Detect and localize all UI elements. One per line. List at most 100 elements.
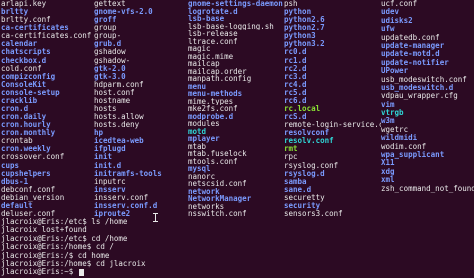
text-cursor [78, 268, 84, 276]
listing-entry: wpa_supplicant [381, 151, 445, 160]
command-history: jlacroix@Eris:/etc$ ls /home jlacroix lo… [0, 217, 474, 278]
listing-entry: xml [381, 176, 395, 185]
listing-entry: insserv.conf [94, 193, 149, 202]
listing-entry: init [94, 153, 113, 162]
listing-entry: sensors3.conf [284, 210, 343, 218]
listing-entry: udev [381, 8, 400, 17]
listing-entry: wildmidi [381, 134, 418, 143]
listing-entry: wodim.conf [381, 142, 427, 151]
listing-entry: vdpau_wrapper.cfg [381, 92, 458, 101]
listing-entry: hp [94, 129, 104, 138]
listing-entry: mtab [188, 142, 207, 151]
listing-entry: rpc [284, 153, 298, 162]
listing-entry: security [284, 201, 321, 210]
listing-entry: cron.daily [1, 113, 47, 122]
listing-entry: default [1, 201, 33, 210]
listing-entry: hdparm.conf [94, 80, 144, 89]
listing-entry: rc3.d [284, 72, 307, 81]
listing-entry: rc2.d [284, 64, 307, 73]
listing-entry: lsb-base-logging.sh [188, 22, 274, 31]
listing-entry: updatedb.conf [381, 33, 440, 42]
listing-entry: rc1.d [284, 56, 307, 65]
listing-entry: cracklib [1, 96, 38, 105]
listing-entry: group [94, 24, 117, 33]
listing-entry: cron.weekly [1, 145, 51, 154]
listing-entry: gshadow- [94, 56, 131, 65]
listing-entry: hosts.allow [94, 113, 144, 122]
listing-entry: nanorc [188, 172, 216, 181]
listing-entry: dbus-1 [1, 177, 29, 186]
listing-entry: usb_modeswitch.d [381, 83, 454, 92]
listing-entry: psh [284, 0, 298, 8]
listing-entry: modules [188, 120, 220, 128]
listing-entry: X11 [381, 159, 395, 168]
terminal-window[interactable]: arlapi.key brltty brltty.conf ca-certificat… [0, 0, 474, 278]
listing-entry: udisks2 [381, 16, 413, 25]
listing-entry: brltty.conf [1, 16, 51, 25]
listing-entry: gnome-settings-daemon [188, 0, 283, 8]
listing-entry: networks [188, 202, 225, 211]
listing-column-5: ucf.conf udev udisks2 ufw updatedb.conf updat… [381, 0, 474, 218]
listing-entry: NetworkManager [188, 195, 252, 203]
shell-prompt: jlacroix@Eris:~$ [1, 267, 74, 277]
listing-entry: gnome-vfs-2.0 [94, 8, 153, 17]
listing-entry: magic [188, 45, 211, 53]
listing-entry: update-notifier [381, 58, 449, 67]
listing-entry: insserv.conf.d [94, 201, 158, 210]
listing-entry: resolv.conf [284, 137, 334, 146]
listing-entry: modprobe.d [188, 112, 234, 121]
listing-entry: usb_modeswitch.conf [381, 75, 467, 84]
listing-entry: remote-login-service.conf [284, 121, 381, 130]
listing-column-3: gnome-settings-daemon logrotate.d lsb-base… [188, 0, 284, 218]
listing-entry: network [188, 187, 220, 196]
listing-entry: chatscripts [1, 48, 51, 57]
listing-entry: calendar [1, 40, 38, 49]
listing-entry: host.conf [94, 88, 135, 97]
listing-entry: rc0.d [284, 48, 307, 57]
listing-entry: menu [188, 82, 207, 91]
listing-entry: manpath.config [188, 75, 252, 83]
listing-entry: gshadow [94, 48, 126, 57]
listing-entry: python [284, 8, 312, 17]
listing-entry: resolvconf [284, 129, 330, 138]
listing-entry: gettext [94, 0, 126, 8]
listing-entry: mysql [188, 165, 211, 173]
listing-entry: debian_version [1, 193, 65, 202]
ibeam-cursor-icon [152, 212, 158, 222]
listing-entry: nsswitch.conf [188, 210, 247, 218]
listing-entry: ca-certificates.conf [1, 32, 92, 41]
listing-entry: hosts.deny [94, 121, 140, 130]
listing-entry: arlapi.key [1, 0, 47, 8]
listing-entry: mke2fs.conf [188, 105, 238, 113]
listing-entry: rsyslog.d [284, 169, 325, 178]
listing-entry: ConsoleKit [1, 80, 47, 89]
listing-column-1: arlapi.key brltty brltty.conf ca-certificat… [0, 0, 94, 218]
listing-entry: rc5.d [284, 88, 307, 97]
listing-entry: lsb-release [188, 30, 238, 38]
listing-entry: checkbox.d [1, 56, 47, 65]
listing-entry: mime.types [188, 97, 234, 106]
listing-entry: magic.mime [188, 52, 234, 61]
listing-entry: mailcap.order [188, 67, 247, 76]
listing-entry: console-setup [1, 88, 60, 97]
listing-entry: python3.2 [284, 40, 325, 49]
listing-entry: vim [381, 100, 395, 109]
listing-entry: zsh_command_not_found [381, 184, 474, 193]
listing-entry: sane.d [284, 185, 312, 194]
listing-entry: ucf.conf [381, 0, 418, 8]
listing-entry: grub.d [94, 40, 122, 49]
listing-entry: update-manager [381, 41, 445, 50]
listing-entry: groff [94, 16, 117, 25]
prompt-line[interactable]: jlacroix@Eris:~$ [0, 268, 474, 276]
listing-entry: cron.d [1, 105, 29, 114]
listing-entry: rcS.d [284, 113, 307, 122]
listing-entry: mplayer [188, 135, 220, 143]
listing-entry: python2.6 [284, 16, 325, 25]
listing-entry: brltty [1, 8, 29, 17]
listing-entry: vtrgb [381, 109, 404, 118]
listing-entry: rc.local [284, 105, 321, 114]
listing-entry: mtools.conf [188, 157, 238, 166]
listing-entry: initramfs-tools [94, 169, 162, 178]
listing-entry: ltrace.conf [188, 37, 238, 46]
listing-entry: cron.monthly [1, 129, 56, 138]
